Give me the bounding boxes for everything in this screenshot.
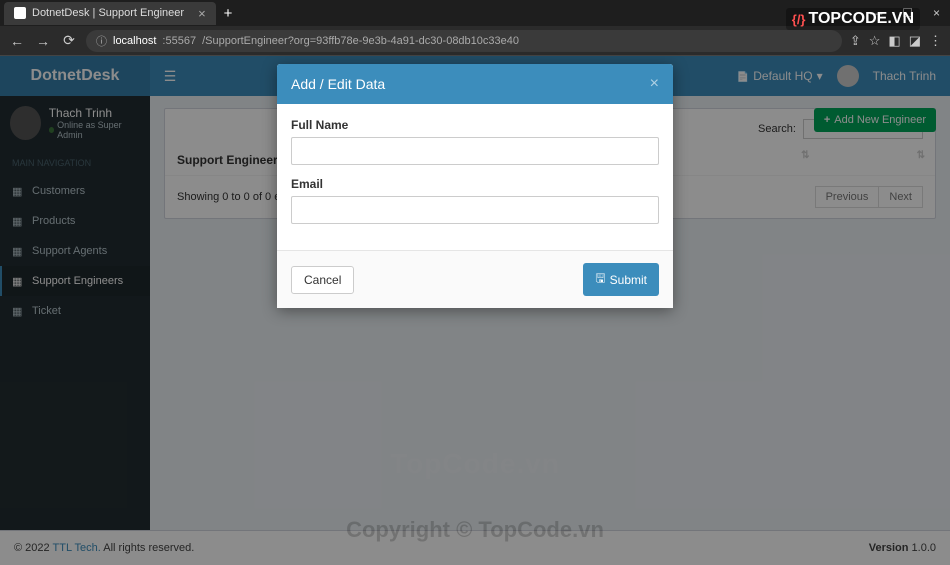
modal-close-icon[interactable]: ×	[650, 75, 659, 93]
tab-favicon	[14, 7, 26, 19]
nav-back-icon[interactable]: ←	[8, 33, 26, 49]
modal-body: Full Name Email	[277, 104, 673, 250]
browser-actions: ⇪ ☆ ◧ ◪ ⋮	[850, 33, 942, 49]
modal-header: Add / Edit Data ×	[277, 64, 673, 104]
star-icon[interactable]: ☆	[869, 33, 881, 49]
cancel-button[interactable]: Cancel	[291, 266, 354, 294]
new-tab-button[interactable]: +	[224, 5, 233, 22]
nav-forward-icon[interactable]: →	[34, 33, 52, 49]
browser-nav-bar: ← → ⟳ ⓘ localhost :55567/SupportEngineer?…	[0, 26, 950, 56]
topcode-logo-watermark: TOPCODE.VN	[786, 8, 920, 30]
url-path: /SupportEngineer?org=93ffb78e-9e3b-4a91-…	[202, 35, 519, 47]
fullname-label: Full Name	[291, 118, 659, 132]
submit-button[interactable]: Submit	[583, 263, 659, 296]
share-icon[interactable]: ⇪	[850, 33, 861, 49]
menu-icon[interactable]: ⋮	[929, 33, 942, 49]
window-close-icon[interactable]: ×	[923, 3, 950, 23]
browser-tab[interactable]: DotnetDesk | Support Engineer ×	[4, 2, 216, 25]
tab-title: DotnetDesk | Support Engineer	[32, 7, 184, 19]
address-bar[interactable]: ⓘ localhost :55567/SupportEngineer?org=93…	[86, 30, 842, 52]
site-info-icon[interactable]: ⓘ	[96, 33, 107, 49]
tab-close-icon[interactable]: ×	[198, 6, 206, 21]
extension-icon[interactable]: ◧	[888, 33, 900, 49]
url-host: localhost	[113, 35, 156, 47]
email-input[interactable]	[291, 196, 659, 224]
fullname-input[interactable]	[291, 137, 659, 165]
extension-icon-2[interactable]: ◪	[909, 33, 921, 49]
add-edit-modal: Add / Edit Data × Full Name Email Cancel…	[277, 64, 673, 308]
modal-title: Add / Edit Data	[291, 76, 385, 92]
modal-footer: Cancel Submit	[277, 250, 673, 308]
email-label: Email	[291, 177, 659, 191]
app: DotnetDesk Default HQ ▾ Thach Trinh Thac…	[0, 56, 950, 565]
nav-reload-icon[interactable]: ⟳	[60, 32, 78, 49]
url-port: :55567	[162, 35, 196, 47]
save-icon	[595, 269, 605, 290]
